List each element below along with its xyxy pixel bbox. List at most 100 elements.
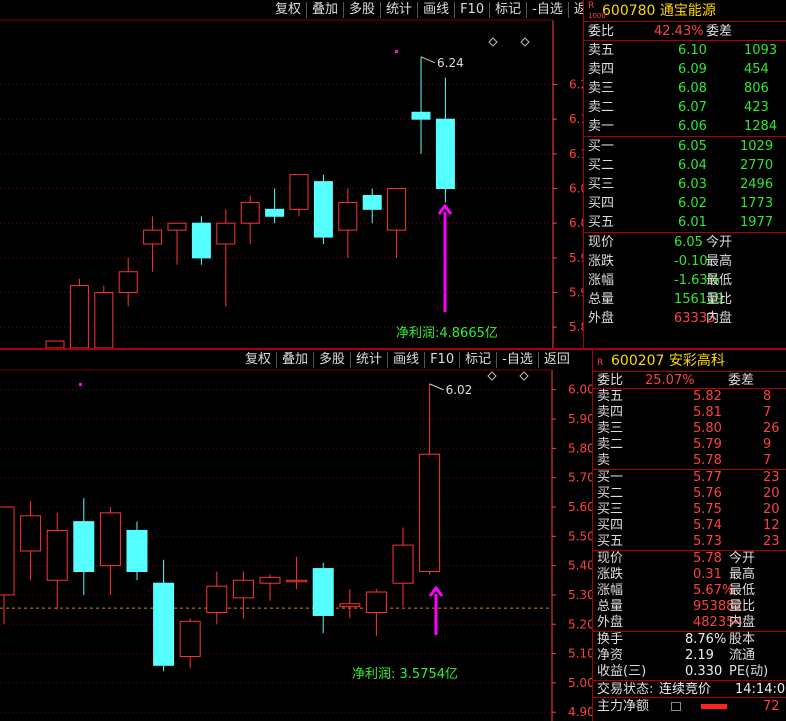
candle-body	[216, 222, 236, 245]
candle-body	[313, 181, 333, 238]
bid-value: 6.05	[678, 139, 707, 154]
kline-chart-2[interactable]: 6.00 5.90 5.80 5.70 5.60 5.50 5.40 5.30 5.20 5.10…	[0, 350, 592, 721]
bid-value: 5.75	[693, 502, 722, 517]
ask-volume: 8	[763, 389, 772, 404]
bid-label: 买五	[588, 215, 615, 230]
candle	[259, 574, 281, 601]
stats-block: 现价 6.05 今开 涨跌 -0.10 最高 涨幅 -1.63% 最低 总量 156119 量比 外盘 6…	[584, 232, 786, 328]
bid-label: 买三	[597, 502, 624, 517]
candle	[435, 77, 455, 203]
y-tick-label: 5.60	[568, 500, 592, 514]
y-tick-label: 5.40	[568, 559, 592, 573]
extra-row: 净资 2.19 流通	[593, 648, 786, 664]
stat-label: 涨跌	[597, 567, 624, 582]
quote-panel-2: R 600207 安彩高科 委比 25.07% 委差 卖五 5.82 8 卖四 5.81 7…	[592, 350, 786, 721]
y-tick-label: 5.20	[568, 617, 592, 631]
stat-label2: 最低	[729, 583, 756, 598]
candle-body	[143, 229, 163, 245]
stat-label: 现价	[597, 551, 624, 566]
bid-label: 买五	[597, 534, 624, 549]
candle-body	[99, 512, 121, 567]
extra-label: 收益(三)	[597, 664, 647, 679]
profit-label: 净利润: 3.5754亿	[352, 667, 458, 682]
ask-label: 卖四	[588, 62, 615, 77]
quote-panel-1: R 1000 600780 通宝能源 委比 42.43% 委差 卖五 6.10 10…	[583, 0, 786, 348]
bid-volume: 2496	[740, 177, 774, 192]
stat-label2: 最低	[706, 273, 733, 288]
bid-value: 6.04	[678, 158, 707, 173]
candle-body	[265, 208, 285, 217]
badge-r: R	[597, 358, 604, 368]
stat-value: 0.31	[693, 567, 722, 582]
stat-row: 涨跌 -0.10 最高	[584, 252, 786, 271]
net-flow-bar	[701, 704, 727, 709]
extra-label: 换手	[597, 632, 624, 647]
bid-row: 买二 6.04 2770	[584, 156, 786, 175]
bid-label: 买二	[588, 158, 615, 173]
ask-label: 卖二	[597, 437, 624, 452]
stock-code: 600780	[602, 3, 656, 19]
extra-label2: 股本	[729, 632, 756, 647]
ask-row: 卖三 6.08 806	[584, 79, 786, 98]
candle-body	[94, 292, 114, 348]
candle-body	[126, 529, 148, 572]
stat-label: 涨幅	[588, 273, 615, 288]
order-book: 卖五 6.10 1093 卖四 6.09 454 卖三 6.08 806 卖二 6.07 423 卖一 6…	[584, 41, 786, 232]
candle-body	[419, 453, 441, 572]
bid-volume: 12	[763, 518, 780, 533]
bid-volume: 2770	[740, 158, 774, 173]
weibi-label: 委比	[597, 373, 624, 388]
badge-r: R	[588, 1, 595, 11]
candle-body	[191, 222, 211, 259]
stat-label2: 内盘	[729, 615, 756, 630]
net-flow-label: 主力净额	[597, 699, 650, 714]
y-tick-label: 6.00	[568, 383, 592, 397]
ask-label: 卖四	[597, 405, 624, 420]
stats-block: 现价 5.78 今开 涨跌 0.31 最高 涨幅 5.67% 最低 总量 953882 量比 外盘 482…	[593, 550, 786, 631]
bid-row: 买三 6.03 2496	[584, 175, 786, 194]
candle	[179, 618, 201, 669]
marker-dot	[395, 50, 398, 53]
candle-body	[69, 285, 89, 348]
kline-chart-1[interactable]: 6.20 6.15 6.10 6.05 6.00 5.95 5.90 5.85 6.24 净利润:…	[0, 0, 583, 348]
bid-volume: 23	[763, 534, 780, 549]
ask-row: 卖五 6.10 1093	[584, 41, 786, 60]
bid-value: 5.73	[693, 534, 722, 549]
ask-volume: 1093	[744, 43, 778, 58]
stat-label2: 今开	[729, 551, 756, 566]
candle-body	[411, 111, 431, 120]
candle-body	[153, 582, 175, 666]
diamond-icon	[487, 371, 497, 381]
y-tick-label: 5.90	[569, 286, 583, 300]
ask-label: 卖五	[597, 389, 624, 404]
high-label: 6.02	[446, 383, 473, 397]
candle-body	[362, 194, 382, 210]
y-tick-label: 6.15	[569, 112, 583, 126]
candle	[312, 562, 334, 634]
stat-value: -0.10	[674, 254, 708, 269]
ask-value: 6.09	[678, 62, 707, 77]
trade-time: 14:14:0	[735, 682, 786, 697]
bid-label: 买四	[597, 518, 624, 533]
bid-value: 5.77	[693, 470, 722, 485]
stat-row: 总量 156119 量比	[584, 290, 786, 309]
candle-body	[339, 603, 361, 608]
ask-value: 6.08	[678, 81, 707, 96]
extra-label: 净资	[597, 648, 624, 663]
ask-label: 卖	[597, 453, 611, 468]
high-marker-line	[429, 383, 444, 391]
profit-label: 净利润:4.8665亿	[396, 326, 498, 341]
bid-row: 买二 5.76 20	[593, 486, 786, 502]
ask-label: 卖三	[597, 421, 624, 436]
ask-row: 卖 5.78 7	[593, 453, 786, 469]
weicha-label: 委差	[706, 24, 733, 39]
stat-label: 涨跌	[588, 254, 615, 269]
ask-value: 6.10	[678, 43, 707, 58]
net-flow-row: 主力净额 72	[593, 697, 786, 714]
candle-body	[232, 579, 254, 599]
candle-body	[167, 222, 187, 231]
extra-row: 收益(三) 0.330 PE(动)	[593, 664, 786, 680]
candle-body	[46, 529, 68, 581]
candle-body	[206, 585, 228, 614]
ask-label: 卖一	[588, 119, 615, 134]
